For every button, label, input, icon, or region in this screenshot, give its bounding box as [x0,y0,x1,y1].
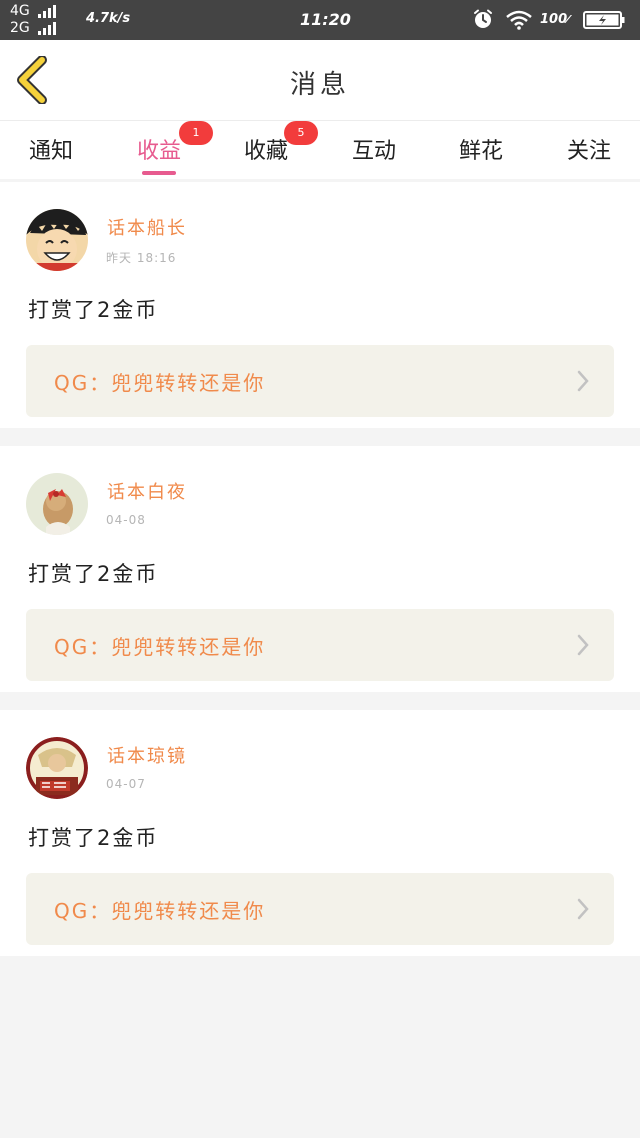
reward-text: 打赏了2金币 [28,298,159,322]
tab-favorites[interactable]: 收藏 5 [226,121,318,165]
status-clock: 11:20 [300,10,351,29]
battery-percent: 100⁄ [540,12,569,27]
chevron-right-icon [577,898,589,920]
tab-following[interactable]: 关注 [549,133,629,165]
page-header: 消息 [0,40,640,121]
message-card: 话本白夜 04-08 打赏了2金币 QG：兜兜转转还是你 [0,446,640,692]
tab-label: 互动 [351,139,396,164]
tab-label: 收益 [136,139,181,164]
tab-label: 通知 [28,139,73,164]
tab-bar: 通知 收益 1 收藏 5 互动 鲜花 关注 [0,121,640,179]
tab-interactions[interactable]: 互动 [334,133,414,165]
quote-text: QG：兜兜转转还是你 [54,899,266,923]
cartoon-avatar-icon [26,209,88,271]
tab-notifications[interactable]: 通知 [11,133,91,165]
alarm-icon [474,9,492,28]
network-speed: 4.7k/s [86,11,131,26]
reward-text: 打赏了2金币 [28,562,159,586]
quote-link[interactable]: QG：兜兜转转还是你 [26,609,614,681]
timestamp: 04-08 [106,513,146,527]
unread-badge: 1 [179,121,213,145]
status-bar: 4G 2G 4.7k/s 11:20 100⁄ [0,0,640,40]
username[interactable]: 话本琼镜 [107,742,187,768]
tab-label: 鲜花 [458,139,503,164]
network-label-2: 2G [10,20,30,36]
signal-icon [38,22,56,35]
illustrated-avatar-icon [26,737,88,799]
tab-flowers[interactable]: 鲜花 [441,133,521,165]
signal-icon [38,5,56,18]
timestamp: 04-07 [106,777,146,791]
quote-link[interactable]: QG：兜兜转转还是你 [26,873,614,945]
network-label-1: 4G [10,3,30,19]
reward-text: 打赏了2金币 [28,826,159,850]
tab-label: 关注 [566,139,611,164]
chevron-right-icon [577,634,589,656]
message-card: 话本船长 昨天 18:16 打赏了2金币 QG：兜兜转转还是你 [0,182,640,428]
quote-text: QG：兜兜转转还是你 [54,371,266,395]
timestamp: 昨天 18:16 [106,251,177,265]
battery-charging-icon [583,11,625,29]
avatar[interactable] [26,473,88,535]
page-title: 消息 [289,70,350,100]
quote-text: QG：兜兜转转还是你 [54,635,266,659]
tab-earnings[interactable]: 收益 1 [119,121,213,165]
quote-link[interactable]: QG：兜兜转转还是你 [26,345,614,417]
tab-label: 收藏 [243,139,288,164]
active-tab-indicator [142,171,176,175]
unread-badge: 5 [284,121,318,145]
chevron-right-icon [577,370,589,392]
message-card: 话本琼镜 04-07 打赏了2金币 QG：兜兜转转还是你 [0,710,640,956]
wifi-icon [506,10,532,30]
username[interactable]: 话本船长 [107,214,187,240]
avatar[interactable] [26,209,88,271]
girl-avatar-icon [26,473,88,535]
network-indicators: 4G 2G [10,3,56,37]
avatar[interactable] [26,737,88,799]
username[interactable]: 话本白夜 [107,478,187,504]
